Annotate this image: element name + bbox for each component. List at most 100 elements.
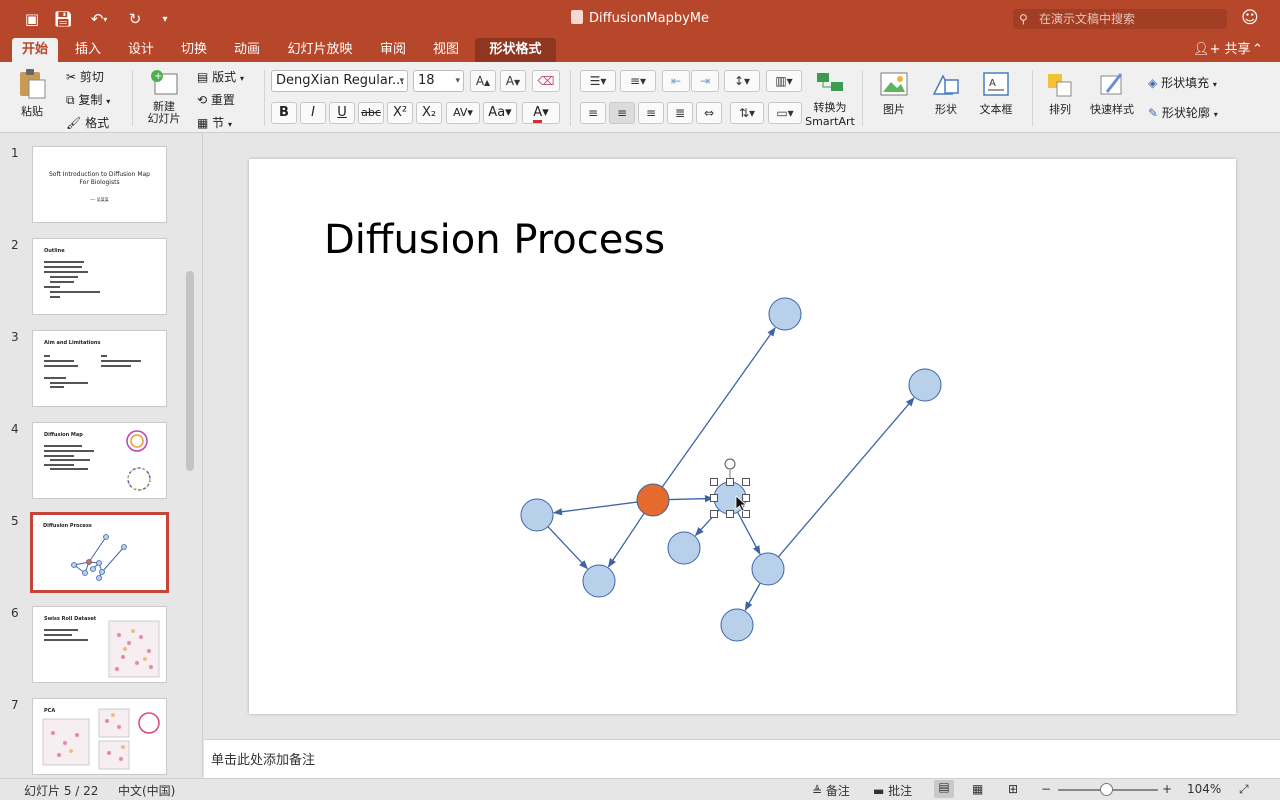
graph-node-top[interactable] bbox=[768, 297, 802, 331]
notes-toggle-button[interactable]: ≜ 备注 bbox=[812, 782, 850, 799]
columns-button[interactable]: ▥▾ bbox=[766, 70, 802, 92]
subscript-button[interactable]: X₂ bbox=[416, 102, 442, 124]
thumbnail-scrollbar[interactable] bbox=[186, 271, 194, 471]
graph-node-right-center[interactable] bbox=[751, 552, 785, 586]
bullets-button[interactable]: ☰▾ bbox=[580, 70, 616, 92]
format-painter-button[interactable]: 🖌︎ 格式 bbox=[66, 114, 109, 131]
slide-thumbnail-2[interactable]: Outline bbox=[32, 238, 167, 315]
search-input[interactable]: ⚲ 在演示文稿中搜索 bbox=[1013, 9, 1227, 29]
quick-styles-button[interactable]: 快速样式 bbox=[1088, 70, 1136, 117]
new-slide-button[interactable]: + 新建 幻灯片 bbox=[141, 68, 187, 125]
graph-edge-right-center-to-bottom[interactable] bbox=[744, 582, 761, 611]
zoom-out-button[interactable]: − bbox=[1041, 782, 1051, 796]
language-indicator[interactable]: 中文(中国) bbox=[118, 782, 175, 799]
graph-edge-selected-to-right-center[interactable] bbox=[736, 511, 761, 555]
graph-edge-origin-to-top[interactable] bbox=[661, 327, 776, 488]
resize-handle[interactable] bbox=[710, 494, 718, 502]
slide-thumbnail-4[interactable]: Diffusion Map bbox=[32, 422, 167, 499]
numbering-button[interactable]: ≡▾ bbox=[620, 70, 656, 92]
increase-indent-button[interactable]: ⇥ bbox=[691, 70, 719, 92]
share-button[interactable]: 👤︎+ 共享 bbox=[1193, 38, 1251, 62]
convert-smartart-button[interactable]: 转换为 SmartArt bbox=[805, 70, 855, 128]
align-right-button[interactable]: ≡ bbox=[638, 102, 664, 124]
distributed-button[interactable]: ⇔ bbox=[696, 102, 722, 124]
section-button[interactable]: ▦ 节 ▾ bbox=[197, 114, 232, 131]
clear-formatting-button[interactable]: ⌫ bbox=[532, 70, 560, 92]
tab-shape-format[interactable]: 形状格式 bbox=[475, 38, 556, 62]
textbox-button[interactable]: A 文本框 bbox=[974, 70, 1018, 117]
font-name-select[interactable]: DengXian Regular... ▾ bbox=[271, 70, 408, 92]
cut-button[interactable]: ✂ 剪切 bbox=[66, 68, 104, 85]
tab-review[interactable]: 审阅 bbox=[371, 38, 415, 62]
current-slide[interactable]: Diffusion Process bbox=[249, 159, 1236, 714]
shape-fill-button[interactable]: ◈ 形状填充 ▾ bbox=[1148, 74, 1217, 91]
slide-thumbnail-1[interactable]: Soft Introduction to Diffusion Map For B… bbox=[32, 146, 167, 223]
fit-to-window-button[interactable]: ⤢ bbox=[1239, 782, 1249, 797]
underline-button[interactable]: U bbox=[329, 102, 355, 124]
align-center-button[interactable]: ≡ bbox=[609, 102, 635, 124]
graph-edge-origin-to-selected[interactable] bbox=[668, 495, 714, 503]
tab-slideshow[interactable]: 幻灯片放映 bbox=[279, 38, 361, 62]
grow-font-button[interactable]: A▲ bbox=[470, 70, 496, 92]
graph-node-bottom[interactable] bbox=[720, 608, 754, 642]
graph-node-mid[interactable] bbox=[667, 531, 701, 565]
shape-outline-button[interactable]: ✎ 形状轮廓 ▾ bbox=[1148, 104, 1218, 121]
align-left-button[interactable]: ≡ bbox=[580, 102, 606, 124]
graph-edge-right-center-to-far-right[interactable] bbox=[777, 397, 915, 558]
tab-design[interactable]: 设计 bbox=[119, 38, 163, 62]
font-color-button[interactable]: A▾ bbox=[522, 102, 560, 124]
slide-sorter-button[interactable]: ▦ bbox=[972, 782, 983, 796]
normal-view-button[interactable]: ▤ bbox=[934, 780, 954, 798]
tab-home[interactable]: 开始 bbox=[12, 38, 58, 62]
layout-button[interactable]: ▤ 版式 ▾ bbox=[197, 68, 244, 85]
arrange-button[interactable]: 排列 bbox=[1040, 70, 1080, 117]
copy-button[interactable]: ⧉ 复制 ▾ bbox=[66, 91, 110, 108]
tab-transitions[interactable]: 切换 bbox=[172, 38, 216, 62]
graph-edge-origin-to-left[interactable] bbox=[552, 501, 638, 516]
zoom-in-button[interactable]: + bbox=[1162, 782, 1172, 796]
rotate-handle-icon[interactable] bbox=[724, 458, 736, 470]
character-spacing-button[interactable]: AV▾ bbox=[446, 102, 480, 124]
tab-view[interactable]: 视图 bbox=[424, 38, 468, 62]
bold-button[interactable]: B bbox=[271, 102, 297, 124]
paste-button[interactable]: 粘贴 bbox=[10, 68, 54, 119]
justify-button[interactable]: ≣ bbox=[667, 102, 693, 124]
resize-handle[interactable] bbox=[742, 494, 750, 502]
shape-button[interactable]: 形状 bbox=[924, 70, 968, 117]
tab-insert[interactable]: 插入 bbox=[66, 38, 110, 62]
graph-node-far-right[interactable] bbox=[908, 368, 942, 402]
graph-edge-left-to-bottom-left[interactable] bbox=[547, 526, 588, 570]
comments-toggle-button[interactable]: ▬ 批注 bbox=[873, 782, 912, 799]
text-direction-button[interactable]: ⇅▾ bbox=[730, 102, 764, 124]
resize-handle[interactable] bbox=[726, 510, 734, 518]
resize-handle[interactable] bbox=[742, 478, 750, 486]
picture-button[interactable]: 图片 bbox=[872, 70, 916, 117]
feedback-smiley-icon[interactable]: ☺ bbox=[1241, 8, 1263, 30]
resize-handle[interactable] bbox=[742, 510, 750, 518]
slide-thumbnail-7[interactable]: PCA bbox=[32, 698, 167, 775]
tab-animations[interactable]: 动画 bbox=[225, 38, 269, 62]
slideshow-button[interactable]: ⊞ bbox=[1008, 782, 1018, 796]
strikethrough-button[interactable]: abc bbox=[358, 102, 384, 124]
slide-thumbnail-6[interactable]: Swiss Roll Dataset bbox=[32, 606, 167, 683]
graph-node-left[interactable] bbox=[520, 498, 554, 532]
resize-handle[interactable] bbox=[726, 478, 734, 486]
slide-thumbnail-5[interactable]: Diffusion Process bbox=[30, 512, 169, 593]
graph-node-origin[interactable] bbox=[636, 483, 670, 517]
graph-node-bottom-left[interactable] bbox=[582, 564, 616, 598]
slide-thumbnail-3[interactable]: Aim and Limitations bbox=[32, 330, 167, 407]
zoom-level[interactable]: 104% bbox=[1187, 782, 1221, 796]
align-text-button[interactable]: ▭▾ bbox=[768, 102, 802, 124]
decrease-indent-button[interactable]: ⇤ bbox=[662, 70, 690, 92]
notes-pane[interactable]: 单击此处添加备注 bbox=[204, 739, 1280, 778]
graph-edge-origin-to-bottom-left[interactable] bbox=[607, 512, 645, 568]
change-case-button[interactable]: Aa▾ bbox=[483, 102, 517, 124]
collapse-ribbon-icon[interactable]: ⌃ bbox=[1252, 38, 1263, 62]
zoom-slider-thumb[interactable] bbox=[1100, 783, 1113, 796]
superscript-button[interactable]: X² bbox=[387, 102, 413, 124]
italic-button[interactable]: I bbox=[300, 102, 326, 124]
resize-handle[interactable] bbox=[710, 478, 718, 486]
line-spacing-button[interactable]: ↕▾ bbox=[724, 70, 760, 92]
font-size-select[interactable]: 18 ▾ bbox=[413, 70, 464, 92]
resize-handle[interactable] bbox=[710, 510, 718, 518]
